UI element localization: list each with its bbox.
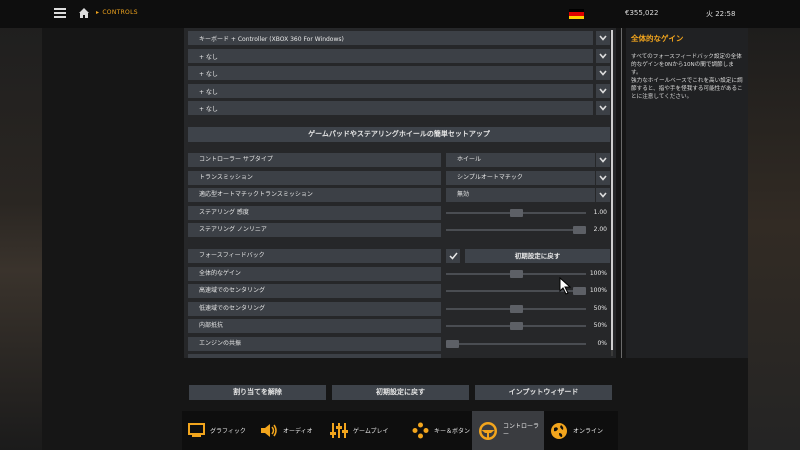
transmission-select[interactable]: シンプルオートマチック xyxy=(446,171,595,185)
force-feedback-reset-button[interactable]: 初期設定に戻す xyxy=(465,249,610,263)
easy-setup-button[interactable]: ゲームパッドやステアリングホイールの簡単セットアップ xyxy=(188,127,610,142)
chevron-down-icon[interactable] xyxy=(596,153,610,167)
scrollbar-thumb[interactable] xyxy=(611,30,613,350)
slider-handle[interactable] xyxy=(509,305,523,313)
breadcrumb-label: CONTROLS xyxy=(102,9,138,16)
steering-sensitivity-value: 1.00 xyxy=(593,209,607,216)
controller-subtype-select[interactable]: ホイール xyxy=(446,153,595,167)
internal-resistance-value: 50% xyxy=(593,322,607,329)
force-feedback-checkbox[interactable] xyxy=(446,249,460,263)
transmission-label: トランスミッション xyxy=(188,171,441,185)
overall-gain-value: 100% xyxy=(589,270,607,277)
clock-display: 火 22:58 xyxy=(706,10,736,18)
slider-handle[interactable] xyxy=(446,340,459,348)
reset-defaults-button[interactable]: 初期設定に戻す xyxy=(332,385,469,400)
tab-online[interactable]: オンライン xyxy=(550,411,614,450)
steering-wheel-icon xyxy=(479,421,497,440)
low-speed-centering-slider[interactable] xyxy=(446,302,586,316)
unassign-button[interactable]: 割り当てを解除 xyxy=(189,385,326,400)
ffb-row-partial xyxy=(188,354,441,358)
background-left xyxy=(0,0,42,450)
controller-slot-5[interactable]: + なし xyxy=(188,101,593,115)
chevron-down-icon[interactable] xyxy=(596,31,610,45)
input-wizard-button[interactable]: インプットウィザード xyxy=(475,385,612,400)
low-speed-centering-value: 50% xyxy=(593,305,607,312)
sliders-icon xyxy=(330,423,348,438)
speaker-icon xyxy=(261,424,277,437)
high-speed-centering-value: 100% xyxy=(589,287,607,294)
top-bar: ▸ CONTROLS €355,022 火 22:58 xyxy=(0,0,800,28)
slider-handle[interactable] xyxy=(509,270,523,278)
internal-resistance-slider[interactable] xyxy=(446,319,586,333)
hamburger-menu-icon[interactable] xyxy=(54,8,66,18)
adaptive-transmission-label: 適応型オートマチックトランスミッション xyxy=(188,188,441,202)
help-title: 全体的なゲイン xyxy=(631,34,684,43)
chevron-down-icon[interactable] xyxy=(596,84,610,98)
chevron-down-icon[interactable] xyxy=(596,49,610,63)
steering-sensitivity-label: ステアリング 感度 xyxy=(188,206,441,220)
settings-panel: キーボード + Controller (XBOX 360 For Windows… xyxy=(184,28,616,358)
language-flag-icon[interactable] xyxy=(569,9,584,19)
checkmark-icon xyxy=(448,252,458,260)
chevron-down-icon[interactable] xyxy=(596,171,610,185)
controller-slot-4[interactable]: + なし xyxy=(188,84,593,98)
engine-resonance-value: 0% xyxy=(597,340,607,347)
steering-nonlinearity-slider[interactable] xyxy=(446,223,586,237)
breadcrumb: ▸ CONTROLS xyxy=(96,9,138,16)
chevron-down-icon[interactable] xyxy=(596,188,610,202)
money-display: €355,022 xyxy=(625,9,659,17)
engine-resonance-slider[interactable] xyxy=(446,337,586,351)
home-icon[interactable] xyxy=(78,7,90,19)
tab-keys-buttons[interactable]: キー＆ボタン xyxy=(412,411,476,450)
monitor-icon xyxy=(188,423,205,437)
background-right xyxy=(748,0,800,450)
help-panel: 全体的なゲイン すべてのフォースフィードバック設定の全体的なゲインを0Nから10… xyxy=(626,28,748,358)
ffb-row-label: 全体的なゲイン xyxy=(188,267,441,281)
ffb-row-label: エンジンの共振 xyxy=(188,337,441,351)
settings-tab-bar: グラフィック オーディオ ゲームプレイ キー＆ボタン コントローラー オンライン xyxy=(182,411,618,450)
globe-icon xyxy=(551,422,567,439)
gamepad-buttons-icon xyxy=(412,422,429,439)
help-text-paragraph-2: 強力なホイールベースでこれを高い設定に調節すると、指や手を怪我する可能性があるこ… xyxy=(631,78,743,100)
steering-nonlinearity-label: ステアリング ノンリニア xyxy=(188,223,441,237)
chevron-down-icon[interactable] xyxy=(596,101,610,115)
chevron-down-icon[interactable] xyxy=(596,66,610,80)
ffb-row-label: 高速域でのセンタリング xyxy=(188,284,441,298)
ffb-row-label: 内部抵抗 xyxy=(188,319,441,333)
help-text-paragraph-1: すべてのフォースフィードバック設定の全体的なゲインを0Nから10Nの間で調節しま… xyxy=(631,54,742,76)
adaptive-transmission-select[interactable]: 無効 xyxy=(446,188,595,202)
controller-subtype-label: コントローラー サブタイプ xyxy=(188,153,441,167)
slider-handle[interactable] xyxy=(509,322,523,330)
tab-gameplay[interactable]: ゲームプレイ xyxy=(330,411,408,450)
mouse-cursor-icon xyxy=(559,277,571,295)
controller-slot-3[interactable]: + なし xyxy=(188,66,593,80)
steering-nonlinearity-value: 2.00 xyxy=(593,226,607,233)
ffb-row-label: 低速域でのセンタリング xyxy=(188,302,441,316)
controller-slot-2[interactable]: + なし xyxy=(188,49,593,63)
help-divider xyxy=(621,28,622,358)
tab-audio[interactable]: オーディオ xyxy=(260,411,326,450)
tab-controllers[interactable]: コントローラー xyxy=(472,411,544,450)
steering-sensitivity-slider[interactable] xyxy=(446,206,586,220)
slider-handle[interactable] xyxy=(509,209,523,217)
controller-slot-1[interactable]: キーボード + Controller (XBOX 360 For Windows… xyxy=(188,31,593,45)
force-feedback-label: フォースフィードバック xyxy=(188,249,441,263)
tab-graphics[interactable]: グラフィック xyxy=(188,411,258,450)
